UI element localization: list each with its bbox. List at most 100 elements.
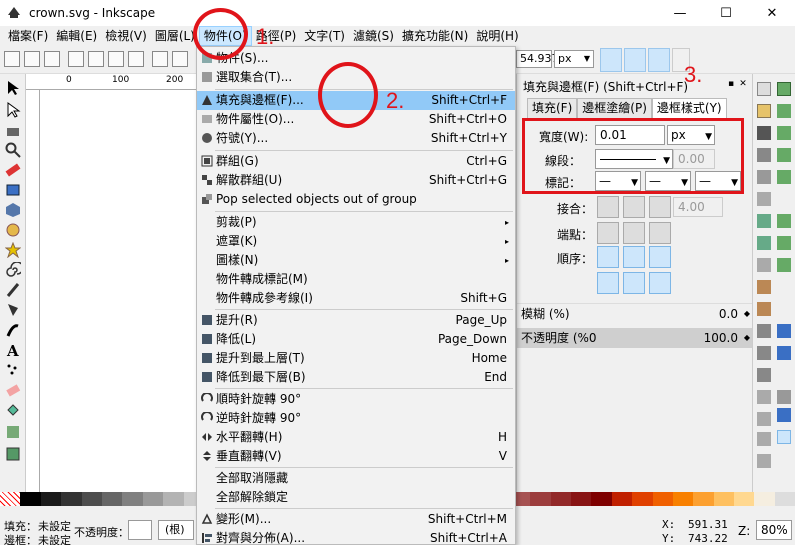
ellipse-tool-icon[interactable] [5,222,21,238]
new-doc-icon[interactable] [757,82,771,96]
flip-horizontal-icon[interactable] [108,51,124,67]
panel-close-icon[interactable]: ✕ [738,79,748,89]
paint-bucket-tool-icon[interactable] [5,402,21,418]
palette-swatch[interactable] [122,492,143,506]
measure-tool-icon[interactable] [5,162,21,178]
butt-cap-button[interactable] [597,222,619,244]
menu-item-rotate-ccw[interactable]: 逆時針旋轉 90° [197,409,515,428]
close-button[interactable]: ✕ [749,0,795,26]
save-icon[interactable] [757,126,771,140]
selector-arrow-icon[interactable] [5,80,21,96]
palette-swatch[interactable] [734,492,755,506]
rotate-ccw-icon[interactable] [68,51,84,67]
tab-fill[interactable]: 填充(F) [527,98,578,118]
select-all-icon[interactable] [4,51,20,67]
menu-item-rotate-cw[interactable]: 順時針旋轉 90° [197,390,515,409]
tab-stroke-style[interactable]: 邊框樣式(Y) [651,98,727,118]
ungroup-icon[interactable] [757,454,771,468]
snap-grid-toggle-icon[interactable] [777,408,791,422]
palette-swatch[interactable] [774,492,795,506]
menu-item-symbols[interactable]: 符號(Y)... Shift+Ctrl+Y [197,129,515,148]
paint-order-fill-markers-button[interactable] [649,246,671,268]
duplicate-icon[interactable] [757,390,771,404]
eraser-tool-icon[interactable] [5,382,21,398]
menu-item-group[interactable]: 群組(G) Ctrl+G [197,152,515,171]
menu-item-unlock-all[interactable]: 全部解除鎖定 [197,488,515,507]
tab-stroke-paint[interactable]: 邊框塗繪(P) [577,98,652,118]
zoom-drawing-icon[interactable] [757,346,771,360]
square-cap-button[interactable] [649,222,671,244]
opacity-row[interactable]: 不透明度 (%0 100.0 ◆ [517,328,752,348]
palette-swatch[interactable] [754,492,775,506]
paste-icon[interactable] [757,302,771,316]
palette-swatch[interactable] [632,492,653,506]
menu-item-raise[interactable]: 提升(R) Page_Up [197,311,515,330]
height-input[interactable]: 54.937 [516,50,559,68]
minimize-button[interactable]: — [657,0,703,26]
palette-swatch[interactable] [530,492,551,506]
palette-swatch[interactable] [652,492,673,506]
transform-corners-toggle[interactable] [624,48,646,72]
tweak-tool-icon[interactable] [5,122,21,138]
menu-item-align-distribute[interactable]: 對齊與分佈(A)... Shift+Ctrl+A [197,529,515,545]
menu-edit[interactable]: 編輯(E) [52,26,101,46]
menu-item-mask[interactable]: 遮罩(K) ▸ [197,232,515,251]
maximize-button[interactable]: ☐ [703,0,749,26]
select-all-layers-icon[interactable] [24,51,40,67]
snap-midpoints-icon[interactable] [777,214,791,228]
copy-icon[interactable] [757,258,771,272]
snap-guide-toggle-icon[interactable] [777,430,791,444]
round-join-button[interactable] [623,196,645,218]
palette-swatch[interactable] [693,492,714,506]
palette-swatch[interactable] [142,492,164,506]
menu-item-objects-to-marker[interactable]: 物件轉成標記(M) [197,270,515,289]
transform-gradient-toggle[interactable] [648,48,670,72]
paint-order-markers-stroke-button[interactable] [649,272,671,294]
paint-order-markers-button[interactable] [597,272,619,294]
import-icon[interactable] [757,170,771,184]
flip-vertical-icon[interactable] [128,51,144,67]
opacity-spin[interactable] [128,520,152,540]
menu-item-pattern[interactable]: 圖樣(N) ▸ [197,251,515,270]
lower-icon[interactable] [172,51,188,67]
open-icon[interactable] [757,104,771,118]
paint-order-markers-fill-button[interactable] [623,272,645,294]
deselect-icon[interactable] [44,51,60,67]
menu-layer[interactable]: 圖層(L) [151,26,199,46]
snap-bbox-icon[interactable] [777,104,791,118]
menu-item-transform[interactable]: 變形(M)... Shift+Ctrl+M [197,510,515,529]
undo-icon[interactable] [757,214,771,228]
menu-text[interactable]: 文字(T) [300,26,349,46]
palette-swatch-none[interactable] [0,492,21,506]
palette-swatch[interactable] [570,492,592,506]
box-3d-tool-icon[interactable] [5,202,21,218]
raise-icon[interactable] [152,51,168,67]
star-tool-icon[interactable] [5,242,21,258]
snap-grid-icon[interactable] [777,346,791,360]
menu-filters[interactable]: 濾鏡(S) [349,26,398,46]
menu-item-lower[interactable]: 降低(L) Page_Down [197,330,515,349]
layer-select[interactable]: (根) [158,520,194,540]
print-icon[interactable] [757,148,771,162]
menu-item-clip[interactable]: 剪裁(P) ▸ [197,213,515,232]
paint-order-stroke-fill-button[interactable] [623,246,645,268]
snap-rotation-icon[interactable] [777,258,791,272]
palette-swatch[interactable] [550,492,571,506]
spiral-tool-icon[interactable] [5,262,21,278]
zoom-tool-icon[interactable] [5,142,21,158]
calligraphy-tool-icon[interactable] [5,322,21,338]
round-cap-button[interactable] [623,222,645,244]
rotate-cw-icon[interactable] [88,51,104,67]
menu-file[interactable]: 檔案(F) [4,26,52,46]
menu-extensions[interactable]: 擴充功能(N) [398,26,472,46]
menu-view[interactable]: 檢視(V) [101,26,151,46]
bevel-join-button[interactable] [597,196,619,218]
miter-limit-input[interactable]: 4.00 [673,197,723,217]
dropper-tool-icon[interactable] [5,446,21,462]
palette-swatch[interactable] [61,492,82,506]
clone-icon[interactable] [757,412,771,426]
palette-swatch[interactable] [713,492,735,506]
palette-swatch[interactable] [672,492,694,506]
menu-item-lower-to-bottom[interactable]: 降低到最下層(B) End [197,368,515,387]
pen-tool-icon[interactable] [5,302,21,318]
